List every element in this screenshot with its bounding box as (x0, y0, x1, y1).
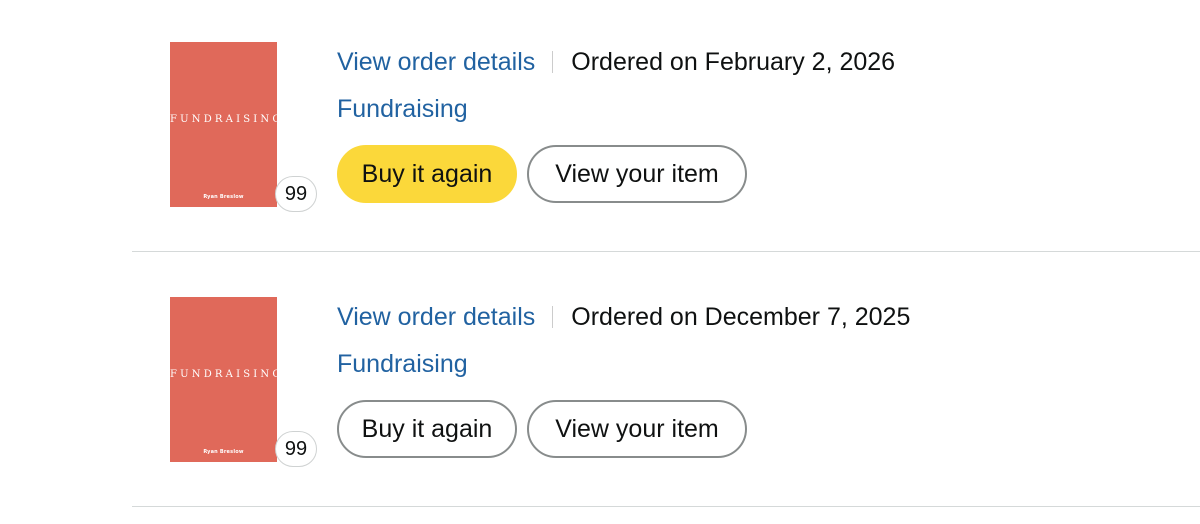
quantity-badge: 99 (275, 431, 317, 467)
view-order-details-link[interactable]: View order details (337, 48, 535, 77)
order-header: View order details Ordered on February 2… (337, 45, 895, 79)
orders-list: FUNDRAISING Ryan Breslow 99 View order d… (0, 0, 1200, 524)
divider (552, 51, 554, 73)
product-image[interactable]: FUNDRAISING Ryan Breslow (170, 297, 277, 462)
view-order-details-link[interactable]: View order details (337, 303, 535, 332)
buy-it-again-button[interactable]: Buy it again (337, 145, 517, 203)
buy-it-again-button[interactable]: Buy it again (337, 400, 517, 458)
product-title-link[interactable]: Fundraising (337, 350, 468, 379)
order-date: Ordered on December 7, 2025 (571, 302, 911, 331)
divider (132, 251, 1200, 252)
order-header: View order details Ordered on December 7… (337, 300, 910, 334)
product-image[interactable]: FUNDRAISING Ryan Breslow (170, 42, 277, 207)
cover-title: FUNDRAISING (170, 114, 277, 125)
cover-author: Ryan Breslow (203, 194, 244, 200)
view-your-item-button[interactable]: View your item (527, 145, 747, 203)
view-your-item-button[interactable]: View your item (527, 400, 747, 458)
order-date: Ordered on February 2, 2026 (571, 47, 896, 76)
divider (552, 306, 554, 328)
order-card: FUNDRAISING Ryan Breslow 99 View order d… (0, 0, 1200, 255)
divider (132, 506, 1200, 507)
cover-author: Ryan Breslow (203, 449, 244, 455)
order-card: FUNDRAISING Ryan Breslow 99 View order d… (0, 255, 1200, 510)
quantity-badge: 99 (275, 176, 317, 212)
cover-title: FUNDRAISING (170, 369, 277, 380)
product-title-link[interactable]: Fundraising (337, 95, 468, 124)
